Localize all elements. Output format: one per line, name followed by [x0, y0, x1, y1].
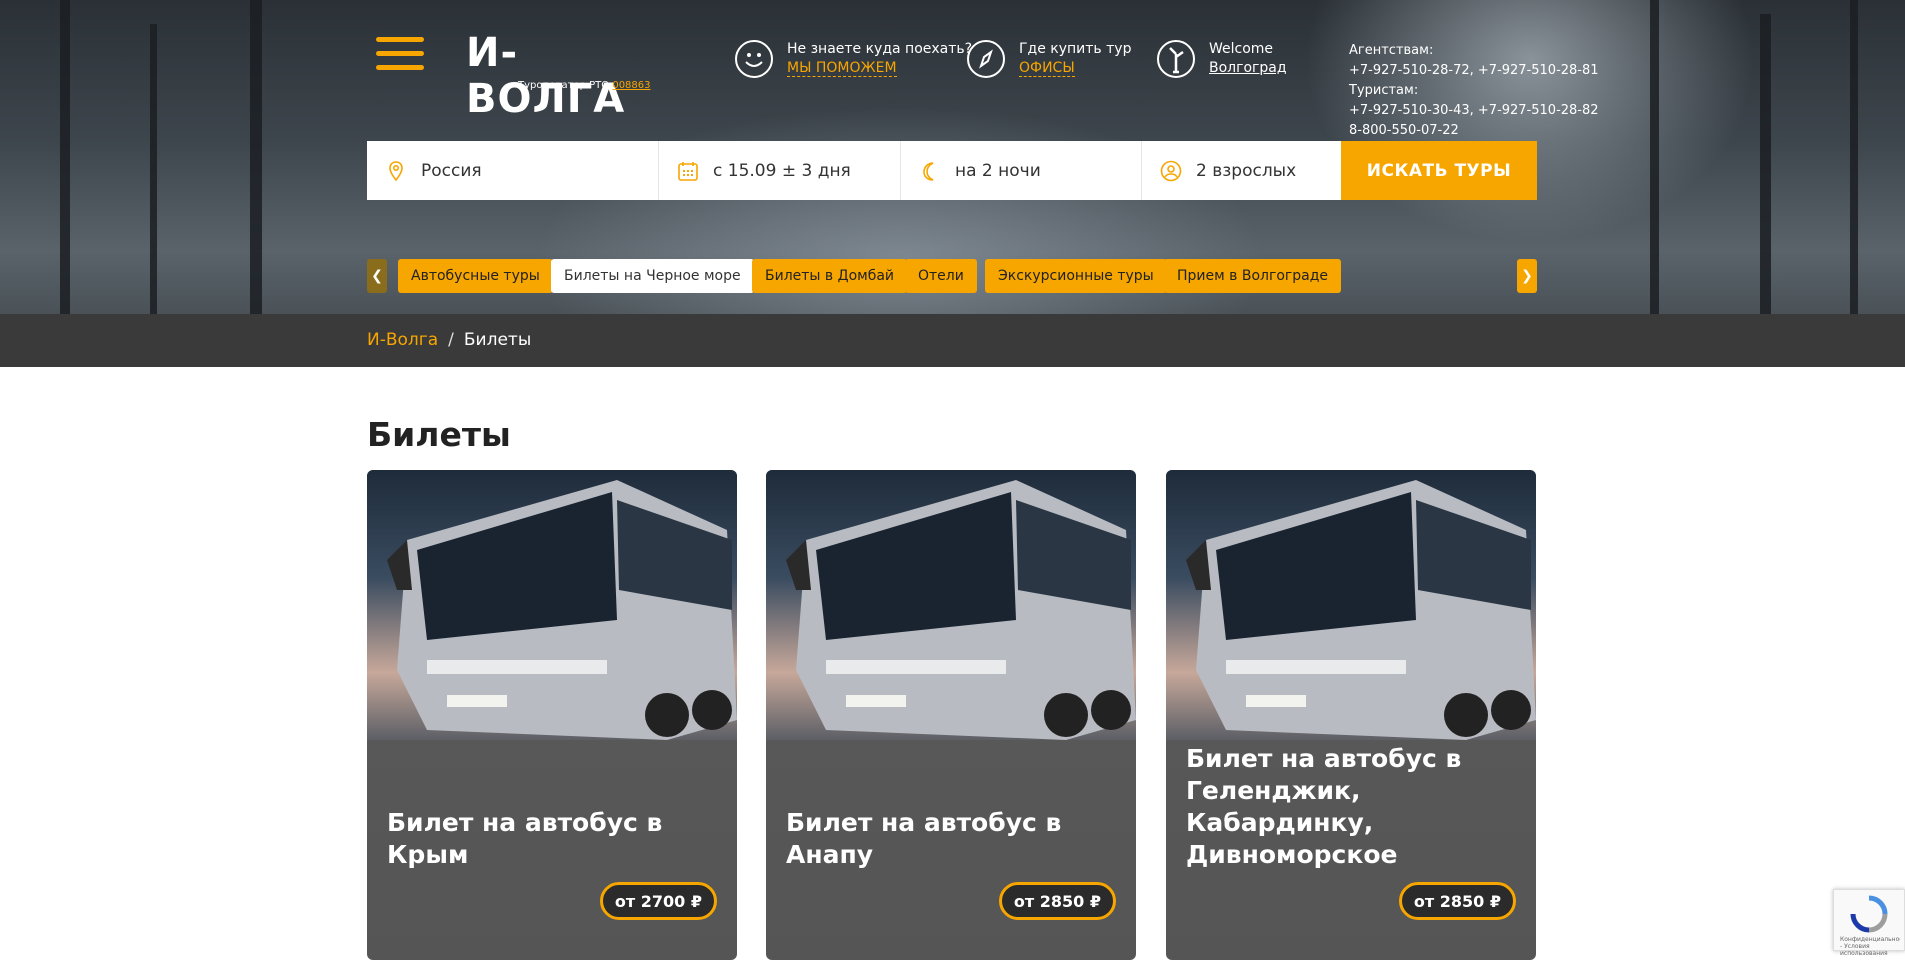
- offices-block: Где купить тур ОФИСЫ: [967, 40, 1131, 78]
- help-block: Не знаете куда поехать? МЫ ПОМОЖЕМ: [735, 40, 972, 78]
- agents-label: Агентствам:: [1349, 43, 1434, 58]
- recaptcha-badge[interactable]: Конфиденциальность - Условия использован…: [1833, 889, 1905, 957]
- monument-icon: [1157, 40, 1195, 78]
- tourists-phones[interactable]: +7-927-510-30-43, +7-927-510-28-82: [1349, 101, 1599, 121]
- ticket-card-gelendzhik[interactable]: Билет на автобус в Геленджик, Кабардинку…: [1166, 470, 1536, 960]
- tags-next-button[interactable]: ❯: [1517, 259, 1537, 293]
- card-price: от 2850 ₽: [1398, 882, 1516, 920]
- moon-icon: [923, 161, 934, 181]
- destination-value: Россия: [421, 160, 482, 181]
- nights-value: на 2 ночи: [955, 160, 1041, 181]
- location-pin-icon: [389, 160, 403, 181]
- menu-icon[interactable]: [376, 37, 424, 73]
- tree-decoration: [250, 0, 262, 314]
- tag-black-sea-tickets[interactable]: Билеты на Черное море: [551, 259, 754, 293]
- dates-field[interactable]: с 15.09 ± 3 дня: [659, 141, 901, 200]
- card-title: Билет на автобус в Геленджик, Кабардинку…: [1186, 744, 1462, 869]
- recaptcha-icon: [1850, 895, 1888, 933]
- hotline-phone[interactable]: 8-800-550-07-22: [1349, 121, 1599, 141]
- tourists-label: Туристам:: [1349, 83, 1419, 98]
- breadcrumb-bar: И-Волга / Билеты: [0, 314, 1905, 367]
- offices-question: Где купить тур: [1019, 41, 1132, 57]
- tags-prev-button[interactable]: ❮: [367, 259, 387, 293]
- smile-icon: [735, 40, 773, 78]
- guests-value: 2 взрослых: [1196, 160, 1297, 181]
- chevron-left-icon: ❮: [371, 268, 383, 284]
- category-tags: ❮ Автобусные туры Билеты на Черное море …: [367, 259, 1537, 293]
- help-question: Не знаете куда поехать?: [787, 41, 973, 57]
- tag-hotels[interactable]: Отели: [905, 259, 977, 293]
- bus-image: [1166, 470, 1536, 740]
- tree-decoration: [150, 24, 157, 314]
- card-title: Билет на автобус в Анапу: [786, 808, 1062, 869]
- city-welcome: Welcome: [1209, 41, 1274, 57]
- hero-banner: И-ВОЛГА Туроператор РТО 008863 Не знаете…: [0, 0, 1905, 314]
- search-tours-button[interactable]: ИСКАТЬ ТУРЫ: [1341, 141, 1537, 200]
- tree-decoration: [60, 0, 70, 314]
- offices-link[interactable]: ОФИСЫ: [1019, 60, 1075, 77]
- bus-image: [766, 470, 1136, 740]
- destination-field[interactable]: Россия: [367, 141, 659, 200]
- chevron-right-icon: ❯: [1521, 268, 1533, 284]
- breadcrumb: И-Волга / Билеты: [367, 330, 531, 350]
- city-block: Welcome Волгоград: [1157, 40, 1287, 78]
- tree-decoration: [1760, 14, 1771, 314]
- contacts: Агентствам: +7-927-510-28-72, +7-927-510…: [1349, 41, 1599, 141]
- user-icon: [1160, 160, 1182, 181]
- recaptcha-text: Конфиденциальность - Условия использован…: [1840, 936, 1900, 957]
- compass-icon: [967, 40, 1005, 78]
- ticket-card-anapa[interactable]: Билет на автобус в Анапу от 2850 ₽: [766, 470, 1136, 960]
- tree-decoration: [1850, 0, 1858, 314]
- card-title: Билет на автобус в Крым: [387, 808, 663, 869]
- tree-decoration: [1650, 0, 1659, 314]
- dates-value: с 15.09 ± 3 дня: [713, 160, 851, 181]
- tag-bus-tours[interactable]: Автобусные туры: [398, 259, 553, 293]
- logo[interactable]: И-ВОЛГА Туроператор РТО 008863: [466, 30, 656, 122]
- page-title: Билеты: [367, 415, 511, 454]
- breadcrumb-current: Билеты: [463, 330, 532, 350]
- nights-field[interactable]: на 2 ночи: [901, 141, 1142, 200]
- logo-subtitle: Туроператор РТО 008863: [518, 80, 651, 91]
- tag-dombay-tickets[interactable]: Билеты в Домбай: [752, 259, 908, 293]
- rto-number-link[interactable]: 008863: [612, 80, 650, 91]
- logo-sub-prefix: Туроператор РТО: [518, 80, 610, 91]
- agents-phones[interactable]: +7-927-510-28-72, +7-927-510-28-81: [1349, 61, 1599, 81]
- calendar-icon: [678, 161, 698, 181]
- guests-field[interactable]: 2 взрослых: [1142, 141, 1341, 200]
- ticket-card-crimea[interactable]: Билет на автобус в Крым от 2700 ₽: [367, 470, 737, 960]
- card-price: от 2850 ₽: [998, 882, 1116, 920]
- logo-text: И-ВОЛГА: [466, 30, 626, 122]
- breadcrumb-separator: /: [448, 330, 454, 350]
- bus-image: [367, 470, 737, 740]
- breadcrumb-home-link[interactable]: И-Волга: [367, 330, 438, 350]
- search-form: Россия с 15.09 ± 3 дня на 2 ночи 2 взрос…: [367, 141, 1537, 200]
- city-link[interactable]: Волгоград: [1209, 60, 1287, 76]
- tag-excursion-tours[interactable]: Экскурсионные туры: [985, 259, 1167, 293]
- card-price: от 2700 ₽: [599, 882, 717, 920]
- help-link[interactable]: МЫ ПОМОЖЕМ: [787, 60, 897, 77]
- tag-volgograd-reception[interactable]: Прием в Волгограде: [1164, 259, 1341, 293]
